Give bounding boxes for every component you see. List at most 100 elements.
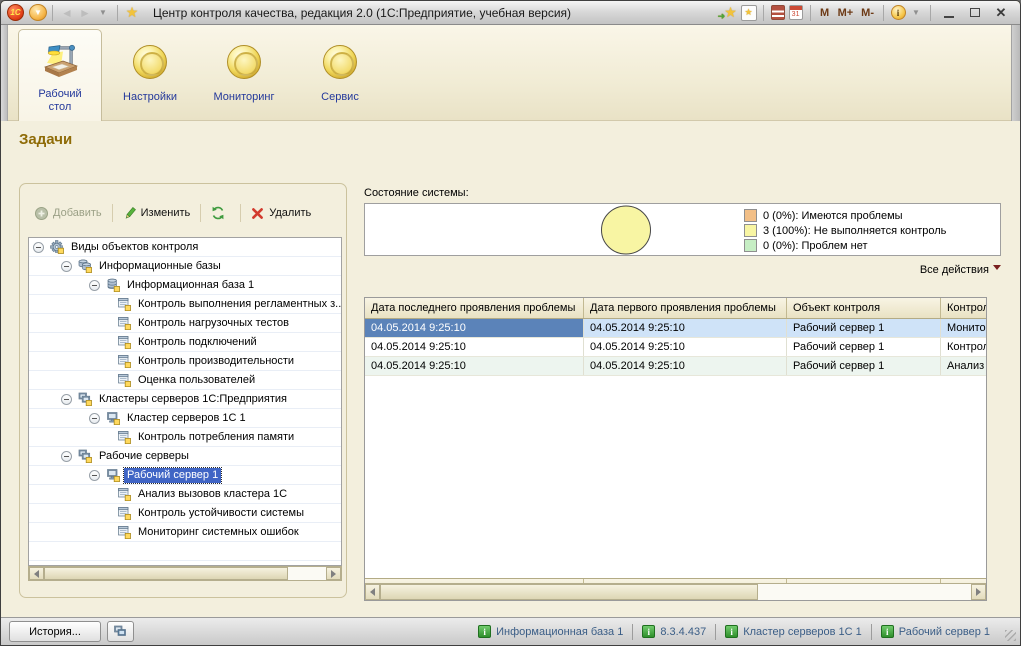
- task-icon: [117, 335, 131, 350]
- tab-monitoring[interactable]: Мониторинг: [201, 25, 287, 121]
- tree-item[interactable]: Контроль нагрузочных тестов: [29, 314, 341, 333]
- tree-item[interactable]: Рабочий сервер 1: [29, 466, 341, 485]
- tree-item[interactable]: Анализ вызовов кластера 1С: [29, 485, 341, 504]
- tab-service[interactable]: Сервис: [297, 25, 383, 121]
- divider: [632, 623, 634, 640]
- scrollbar-thumb[interactable]: [380, 584, 758, 600]
- tree-item[interactable]: Контроль производительности: [29, 352, 341, 371]
- divider: [715, 623, 717, 640]
- cell-last-date[interactable]: 04.05.2014 9:25:10: [365, 319, 584, 337]
- cell-last-date[interactable]: 04.05.2014 9:25:10: [365, 357, 584, 375]
- scroll-left-icon[interactable]: [365, 584, 380, 600]
- cell-first-date[interactable]: 04.05.2014 9:25:10: [584, 338, 787, 356]
- tree-item[interactable]: Информационная база 1: [29, 276, 341, 295]
- tree-item-label: Информационная база 1: [127, 278, 255, 291]
- collapse-toggle-icon[interactable]: [61, 260, 72, 272]
- legend-text: 3 (100%): Не выполняется контроль: [763, 224, 947, 237]
- memory-add-button[interactable]: M+: [834, 3, 858, 23]
- 1c-logo-icon: 1С: [7, 4, 24, 21]
- status-item-version[interactable]: i 8.3.4.437: [642, 625, 706, 638]
- cell-control[interactable]: Мониторин: [941, 319, 986, 337]
- memory-recall-button[interactable]: M: [816, 3, 834, 23]
- tree-item[interactable]: Контроль подключений: [29, 333, 341, 352]
- scroll-right-icon[interactable]: [326, 567, 341, 580]
- table-row[interactable]: 04.05.2014 9:25:10 04.05.2014 9:25:10 Ра…: [365, 319, 986, 338]
- task-icon: [117, 430, 131, 445]
- goto-favorite-button[interactable]: ★ ➜: [718, 3, 740, 23]
- tree-item[interactable]: Рабочие серверы: [29, 447, 341, 466]
- table-row[interactable]: 04.05.2014 9:25:10 04.05.2014 9:25:10 Ра…: [365, 357, 986, 376]
- table-horizontal-scrollbar[interactable]: [365, 583, 986, 600]
- scrollbar-track[interactable]: [758, 584, 971, 600]
- cell-object[interactable]: Рабочий сервер 1: [787, 357, 941, 375]
- tree-item[interactable]: Контроль выполнения регламентных з...: [29, 295, 341, 314]
- scrollbar-thumb[interactable]: [44, 567, 288, 580]
- cell-control[interactable]: Контроль у: [941, 338, 986, 356]
- column-header-last-date[interactable]: Дата последнего проявления проблемы: [365, 298, 584, 318]
- edit-button[interactable]: Изменить: [118, 204, 196, 223]
- maximize-button[interactable]: [966, 3, 984, 23]
- forward-button[interactable]: ►: [76, 3, 94, 23]
- table-row[interactable]: 04.05.2014 9:25:10 04.05.2014 9:25:10 Ра…: [365, 338, 986, 357]
- divider: [762, 4, 764, 21]
- tree-item[interactable]: Виды объектов контроля: [29, 238, 341, 257]
- history-button[interactable]: История...: [9, 621, 101, 642]
- cell-first-date[interactable]: 04.05.2014 9:25:10: [584, 357, 787, 375]
- back-button[interactable]: ◄: [58, 3, 76, 23]
- delete-button[interactable]: Удалить: [246, 204, 316, 223]
- calculator-button[interactable]: [769, 3, 787, 23]
- tree-item[interactable]: Кластер серверов 1С 1: [29, 409, 341, 428]
- info-button[interactable]: i: [889, 3, 907, 23]
- server-icon: [106, 411, 120, 426]
- status-item-infobase[interactable]: i Информационная база 1: [478, 625, 623, 638]
- history-dropdown-icon[interactable]: ▼: [94, 3, 112, 23]
- close-button[interactable]: ✕: [992, 3, 1010, 23]
- status-item-server[interactable]: i Рабочий сервер 1: [880, 625, 990, 638]
- column-header-control[interactable]: Контрольн: [941, 298, 986, 318]
- column-header-first-date[interactable]: Дата первого проявления проблемы: [584, 298, 787, 318]
- scroll-left-icon[interactable]: [29, 567, 44, 580]
- tab-service-label: Сервис: [321, 91, 359, 103]
- minimize-icon: [944, 15, 954, 18]
- tree-item[interactable]: Кластеры серверов 1С:Предприятия: [29, 390, 341, 409]
- system-state-box: 0 (0%): Имеются проблемы 3 (100%): Не вы…: [364, 203, 1001, 256]
- tab-settings[interactable]: Настройки: [107, 25, 193, 121]
- tree-item[interactable]: Контроль устойчивости системы: [29, 504, 341, 523]
- collapse-toggle-icon[interactable]: [89, 279, 100, 291]
- cell-object[interactable]: Рабочий сервер 1: [787, 319, 941, 337]
- tree-item[interactable]: Оценка пользователей: [29, 371, 341, 390]
- cell-last-date[interactable]: 04.05.2014 9:25:10: [365, 338, 584, 356]
- tree-item[interactable]: Контроль потребления памяти: [29, 428, 341, 447]
- divider: [52, 4, 53, 21]
- cell-first-date[interactable]: 04.05.2014 9:25:10: [584, 319, 787, 337]
- tree-item[interactable]: Мониторинг системных ошибок: [29, 523, 341, 542]
- scrollbar-track[interactable]: [288, 567, 326, 580]
- collapse-toggle-icon[interactable]: [61, 450, 72, 462]
- cell-object[interactable]: Рабочий сервер 1: [787, 338, 941, 356]
- collapse-toggle-icon[interactable]: [89, 469, 100, 481]
- calendar-button[interactable]: 31: [787, 3, 805, 23]
- collapse-toggle-icon[interactable]: [61, 393, 72, 405]
- status-item-cluster[interactable]: i Кластер серверов 1С 1: [725, 625, 862, 638]
- add-button[interactable]: Добавить: [30, 204, 107, 223]
- main-menu-button[interactable]: ▼: [29, 4, 47, 21]
- info-dropdown-icon[interactable]: ▼: [907, 3, 925, 23]
- system-state-pie-chart: [601, 205, 651, 255]
- cell-control[interactable]: Анализ вы: [941, 357, 986, 375]
- show-servers-button[interactable]: [107, 621, 134, 642]
- add-favorite-button[interactable]: ★: [740, 3, 758, 23]
- scroll-right-icon[interactable]: [971, 584, 986, 600]
- refresh-button[interactable]: [206, 203, 235, 223]
- window-title: Центр контроля качества, редакция 2.0 (1…: [153, 5, 572, 20]
- tree-horizontal-scrollbar[interactable]: [28, 566, 342, 581]
- column-header-object[interactable]: Объект контроля: [787, 298, 941, 318]
- all-actions-button[interactable]: Все действия: [364, 264, 1001, 276]
- collapse-toggle-icon[interactable]: [89, 412, 100, 424]
- collapse-toggle-icon[interactable]: [33, 241, 44, 253]
- resize-grip[interactable]: [1005, 630, 1016, 641]
- memory-subtract-button[interactable]: M-: [857, 3, 878, 23]
- tree-item[interactable]: Информационные базы: [29, 257, 341, 276]
- minimize-button[interactable]: [940, 3, 958, 23]
- tab-desktop[interactable]: Рабочий стол: [18, 29, 102, 121]
- favorites-star-icon[interactable]: ★: [123, 3, 141, 23]
